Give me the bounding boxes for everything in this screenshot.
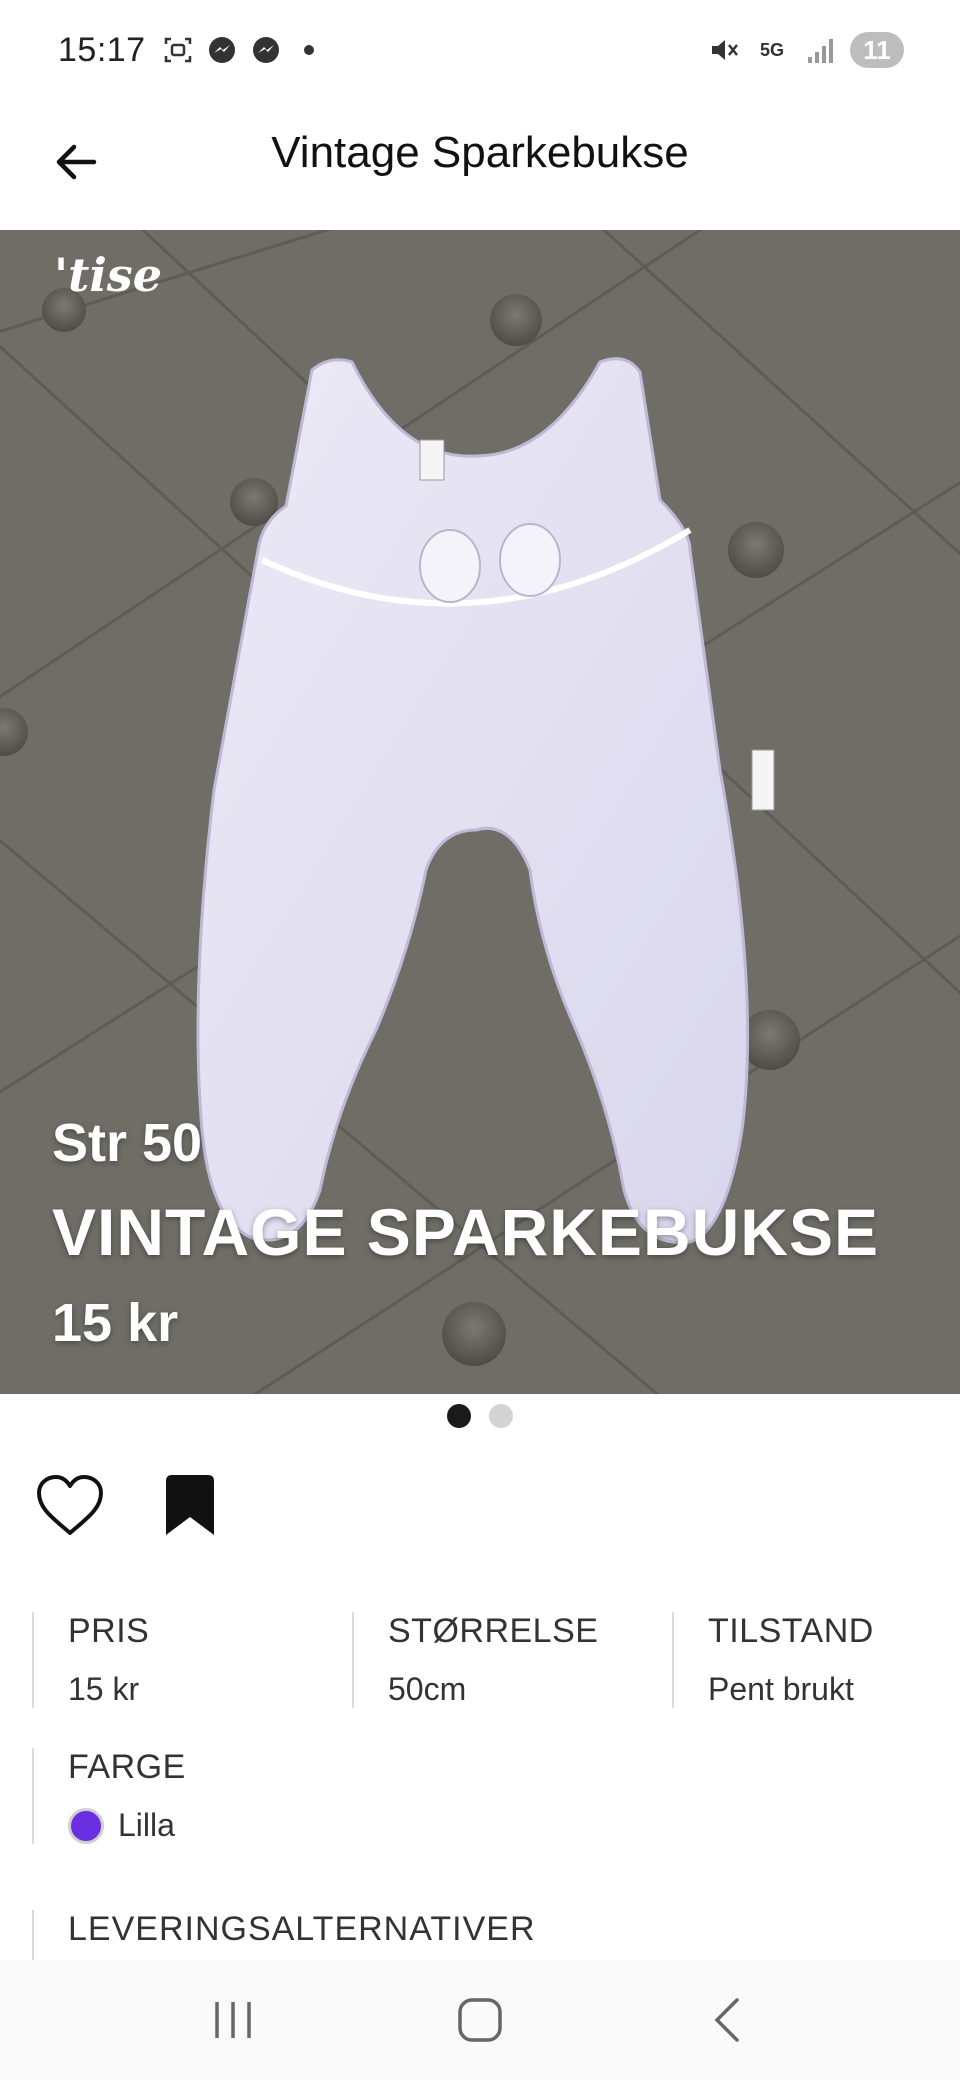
product-actions [32,1468,228,1544]
save-button[interactable] [152,1468,228,1544]
detail-color-label: FARGE [68,1748,186,1786]
screenshot-icon [162,34,194,66]
detail-color: FARGE Lilla [32,1748,352,1844]
messenger-icon [206,34,238,66]
details-row-2: FARGE Lilla [32,1748,352,1844]
app-bar: Vintage Sparkebukse [0,100,960,230]
detail-color-value: Lilla [68,1807,352,1844]
status-time: 15:17 [58,30,146,69]
notification-icons [162,34,314,66]
heart-outline-icon [37,1475,103,1535]
recent-apps-button[interactable] [183,1980,283,2060]
home-button[interactable] [430,1980,530,2060]
messenger-icon [250,34,282,66]
mute-icon [708,34,740,66]
battery-icon: 11 [850,32,904,68]
home-icon [458,1998,502,2042]
detail-condition-label: TILSTAND [708,1612,874,1650]
network-label: 5G [759,39,784,60]
detail-size-value: 50cm [388,1671,467,1707]
image-pager [0,1404,960,1428]
detail-size: STØRRELSE 50cm [352,1612,672,1708]
system-back-button[interactable] [677,1980,777,2060]
tise-logo: 'tise [54,248,162,302]
detail-price-value: 15 kr [68,1671,140,1707]
hero-overlay: Str 50 VINTAGE SPARKEBUKSE 15 kr [52,1112,879,1354]
pager-dot-1[interactable] [447,1404,471,1428]
delivery-label: LEVERINGSALTERNATIVER [68,1910,536,1948]
detail-price: PRIS 15 kr [32,1612,352,1708]
detail-size-label: STØRRELSE [388,1612,599,1650]
like-button[interactable] [32,1468,108,1544]
recent-apps-icon [215,2002,252,2038]
system-icons: 5G 11 [708,32,904,68]
detail-condition-value: Pent brukt [708,1671,854,1707]
hero-size: Str 50 [52,1113,203,1173]
system-nav-bar [0,1960,960,2080]
pager-dot-2[interactable] [489,1404,513,1428]
status-bar: 15:17 5G 11 [0,0,960,100]
chevron-left-icon [714,1998,739,2042]
battery-level: 11 [863,34,891,65]
bookmark-filled-icon [166,1475,214,1535]
signal-icon [804,34,836,66]
detail-condition: TILSTAND Pent brukt [672,1612,932,1708]
hero-product-name: VINTAGE SPARKEBUKSE [52,1195,879,1269]
color-swatch [68,1807,104,1844]
network-5g-icon: 5G [754,34,790,66]
hero-price: 15 kr [52,1293,179,1353]
product-image[interactable]: 'tise Str 50 VINTAGE SPARKEBUKSE 15 kr [0,230,960,1394]
detail-price-label: PRIS [68,1612,150,1650]
detail-color-text: Lilla [118,1807,175,1843]
page-title: Vintage Sparkebukse [271,128,689,177]
details-row-1: PRIS 15 kr STØRRELSE 50cm TILSTAND Pent … [32,1612,932,1708]
dot-icon [303,45,314,55]
